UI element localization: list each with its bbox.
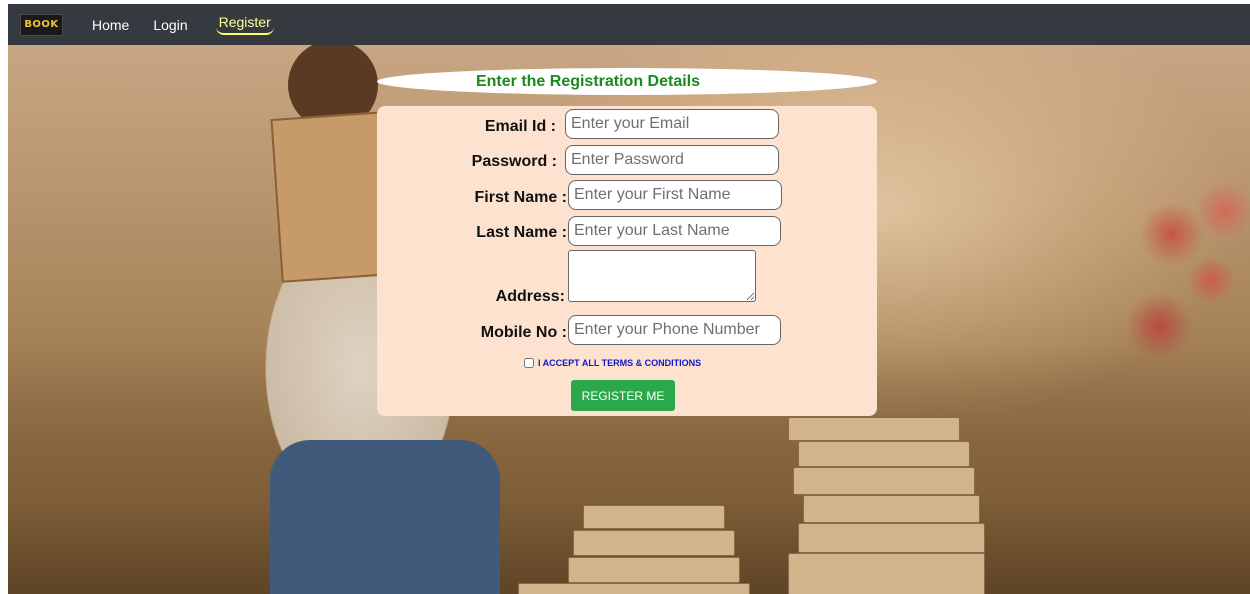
register-button[interactable]: REGISTER ME — [571, 380, 675, 411]
background-book-stack — [573, 530, 735, 556]
address-label: Address: — [495, 288, 565, 305]
book-logo[interactable]: BOOK — [20, 13, 63, 36]
terms-label: I ACCEPT ALL TERMS & CONDITIONS — [538, 358, 702, 368]
background-book-stack — [798, 523, 985, 553]
last-name-field[interactable] — [568, 216, 781, 246]
background-flowers — [1120, 165, 1250, 395]
mobile-field[interactable] — [568, 315, 781, 345]
first-name-field[interactable] — [568, 180, 782, 210]
registration-form: Email Id : Password : First Name : Last … — [377, 106, 877, 416]
background-book-stack — [568, 557, 740, 583]
terms-row[interactable]: I ACCEPT ALL TERMS & CONDITIONS — [524, 358, 701, 368]
nav-home-link[interactable]: Home — [92, 17, 129, 33]
email-label: Email Id : — [484, 118, 556, 135]
form-heading-banner: Enter the Registration Details — [377, 68, 877, 95]
background-book-stack — [788, 553, 985, 594]
background-book-stack — [583, 505, 725, 529]
page: BOOK Home Login Register Enter the Regis… — [0, 0, 1250, 594]
background-book-stack — [518, 583, 750, 594]
top-navbar: BOOK Home Login Register — [8, 4, 1250, 45]
background-book-stack — [798, 441, 970, 467]
background-person-jeans — [270, 440, 500, 594]
nav-register-link[interactable]: Register — [215, 14, 274, 35]
background-book-stack — [793, 467, 975, 495]
mobile-label: Mobile No : — [480, 324, 567, 341]
nav-login-link[interactable]: Login — [153, 17, 187, 33]
password-field[interactable] — [565, 145, 779, 175]
first-name-label: First Name : — [474, 189, 567, 206]
email-field[interactable] — [565, 109, 779, 139]
background-book-stack — [803, 495, 980, 523]
password-label: Password : — [471, 153, 557, 170]
last-name-label: Last Name : — [476, 224, 567, 241]
background-book-stack — [788, 417, 960, 441]
terms-checkbox[interactable] — [524, 358, 534, 368]
address-textarea[interactable] — [568, 250, 756, 302]
form-heading: Enter the Registration Details — [475, 72, 701, 90]
